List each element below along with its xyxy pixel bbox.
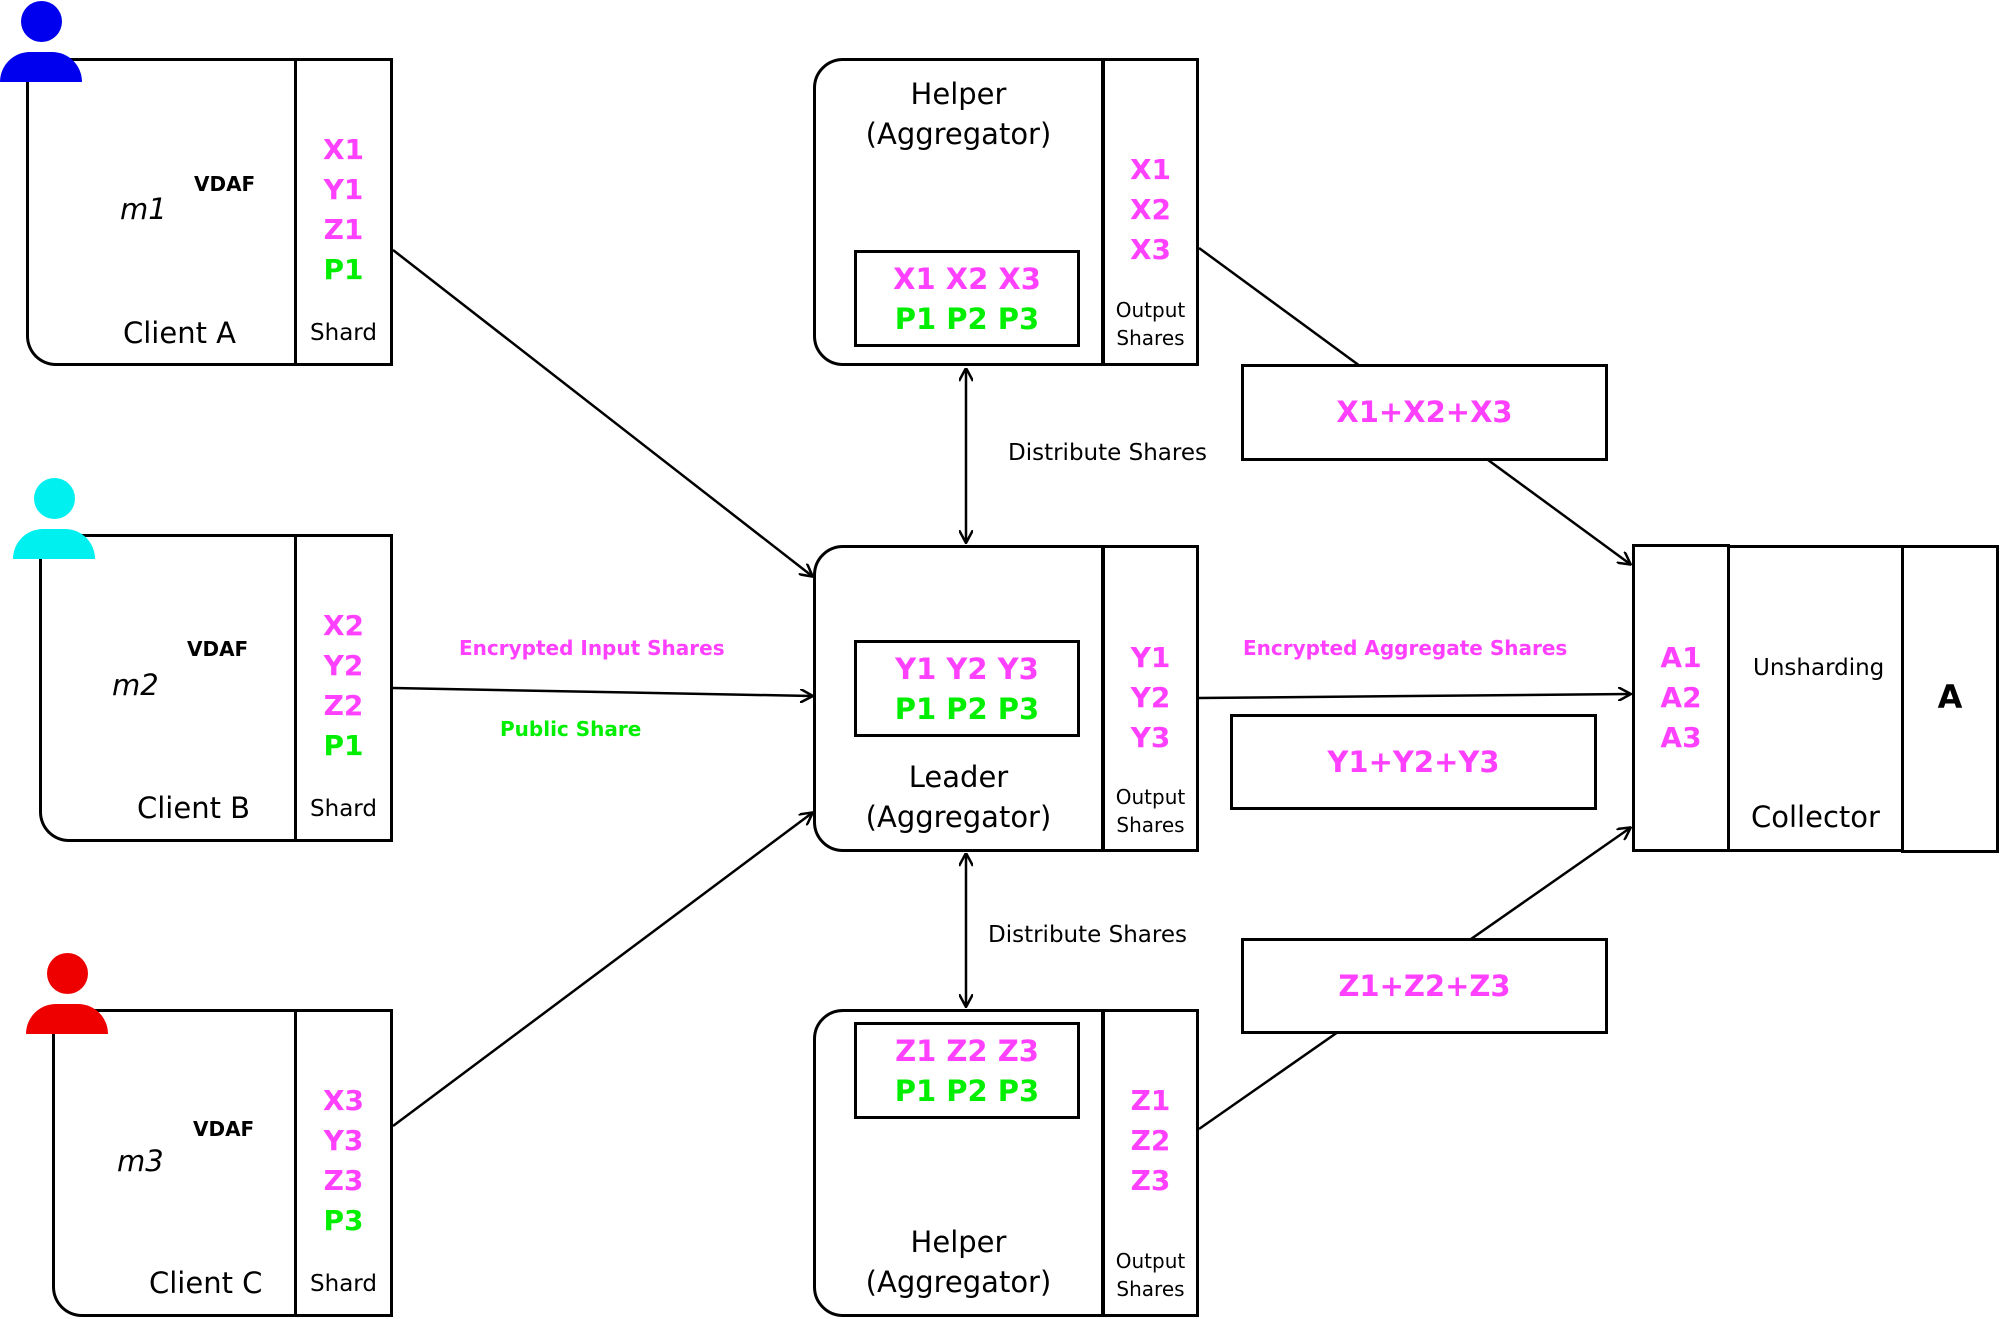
leader-input-shares: Y1 Y2 Y3: [895, 652, 1039, 686]
helper-top-title-text: Helper: [910, 77, 1007, 111]
aggregate-sum-x-box: X1+X2+X3: [1241, 364, 1608, 461]
leader-title: Leader (Aggregator): [813, 757, 1104, 837]
leader-output-label: Output Shares: [1102, 783, 1199, 839]
leader-subtitle-text: (Aggregator): [865, 800, 1052, 834]
output-label-line: Output: [1115, 1249, 1186, 1273]
helper-top-input-shares: X1 X2 X3: [893, 262, 1041, 296]
client-c-measurement: m3: [117, 1144, 164, 1178]
output-label-line: Shares: [1116, 1277, 1185, 1301]
public-share-item: P3: [323, 1204, 364, 1237]
share-item: X1: [322, 133, 365, 166]
arrow-leader-to-collector: [1198, 694, 1630, 698]
unsharding-label: Unsharding: [1753, 655, 1885, 681]
output-share-item: Y1: [1130, 641, 1171, 674]
leader-public-shares: P1 P2 P3: [894, 692, 1040, 726]
client-a-name: Client A: [123, 316, 237, 350]
leader-outputs: Y1 Y2 Y3: [1102, 638, 1199, 758]
client-c-name: Client C: [149, 1266, 263, 1300]
helper-bottom-inputs-box: Z1 Z2 Z3 P1 P2 P3: [854, 1022, 1080, 1119]
share-item: X2: [322, 609, 365, 642]
collector-title: Collector: [1751, 800, 1880, 834]
helper-bottom-title-text: Helper: [910, 1225, 1007, 1259]
encrypted-input-shares-label: Encrypted Input Shares: [459, 636, 725, 660]
person-icon-red: [26, 952, 108, 1034]
aggregate-sum-y: Y1+Y2+Y3: [1327, 745, 1500, 779]
aggregate-share-item: A2: [1660, 681, 1702, 714]
output-share-item: X2: [1129, 193, 1172, 226]
client-b-shard-label: Shard: [310, 796, 377, 822]
helper-top-public-shares: P1 P2 P3: [894, 302, 1040, 336]
aggregate-share-item: A1: [1660, 641, 1702, 674]
client-b-vdaf-label: VDAF: [187, 637, 249, 661]
client-c-shard-label: Shard: [310, 1271, 377, 1297]
client-b-name: Client B: [137, 791, 251, 825]
arrow-client-b-to-leader: [392, 686, 812, 696]
aggregate-sum-z-box: Z1+Z2+Z3: [1241, 938, 1608, 1034]
output-label-line: Shares: [1116, 326, 1185, 350]
share-item: Y1: [323, 173, 364, 206]
share-item: Z3: [323, 1164, 364, 1197]
share-item: Z2: [323, 689, 364, 722]
helper-top-output-label: Output Shares: [1102, 296, 1199, 352]
client-a-vdaf-label: VDAF: [194, 172, 256, 196]
output-share-item: X1: [1129, 153, 1172, 186]
helper-bottom-public-shares: P1 P2 P3: [894, 1074, 1040, 1108]
output-label-line: Output: [1115, 785, 1186, 809]
distribute-shares-top-label: Distribute Shares: [1008, 440, 1207, 466]
leader-inputs-box: Y1 Y2 Y3 P1 P2 P3: [854, 640, 1080, 737]
aggregate-sum-x: X1+X2+X3: [1336, 395, 1513, 429]
output-share-item: Z1: [1130, 1084, 1171, 1117]
client-c-shares: X3 Y3 Z3 P3: [294, 1081, 393, 1241]
helper-bottom-title: Helper (Aggregator): [813, 1222, 1104, 1302]
client-b-shares: X2 Y2 Z2 P1: [294, 606, 393, 766]
output-share-item: Y2: [1130, 681, 1171, 714]
client-b-measurement: m2: [112, 668, 159, 702]
leader-title-text: Leader: [908, 760, 1009, 794]
helper-bottom-outputs: Z1 Z2 Z3: [1102, 1081, 1199, 1201]
client-c-vdaf-label: VDAF: [193, 1117, 255, 1141]
output-label-line: Output: [1115, 298, 1186, 322]
public-share-item: P1: [323, 729, 364, 762]
output-label-line: Shares: [1116, 813, 1185, 837]
aggregate-share-item: A3: [1660, 721, 1702, 754]
collector-result: A: [1937, 678, 1963, 716]
share-item: Y3: [323, 1124, 364, 1157]
helper-bottom-input-shares: Z1 Z2 Z3: [895, 1034, 1039, 1068]
distribute-shares-bottom-label: Distribute Shares: [988, 922, 1187, 948]
output-share-item: Z2: [1130, 1124, 1171, 1157]
share-item: X3: [322, 1084, 365, 1117]
aggregate-sum-y-box: Y1+Y2+Y3: [1230, 714, 1597, 810]
share-item: Z1: [323, 213, 364, 246]
aggregate-sum-z: Z1+Z2+Z3: [1338, 969, 1511, 1003]
person-icon-cyan: [13, 477, 95, 559]
helper-bottom-subtitle-text: (Aggregator): [865, 1265, 1052, 1299]
encrypted-aggregate-shares-label: Encrypted Aggregate Shares: [1243, 636, 1568, 660]
helper-bottom-output-label: Output Shares: [1102, 1247, 1199, 1303]
public-share-label: Public Share: [500, 717, 642, 741]
share-item: Y2: [323, 649, 364, 682]
arrow-client-c-to-leader: [392, 813, 812, 1128]
person-icon-blue: [0, 0, 82, 82]
output-share-item: X3: [1129, 233, 1172, 266]
arrow-client-a-to-leader: [392, 249, 812, 576]
client-a-shares: X1 Y1 Z1 P1: [294, 130, 393, 290]
client-a-shard-label: Shard: [310, 320, 377, 346]
helper-top-outputs: X1 X2 X3: [1102, 150, 1199, 270]
client-a-measurement: m1: [120, 192, 167, 226]
output-share-item: Y3: [1130, 721, 1171, 754]
output-share-item: Z3: [1130, 1164, 1171, 1197]
helper-top-subtitle-text: (Aggregator): [865, 117, 1052, 151]
collector-inputs: A1 A2 A3: [1632, 638, 1730, 758]
helper-top-inputs-box: X1 X2 X3 P1 P2 P3: [854, 250, 1080, 347]
helper-top-title: Helper (Aggregator): [813, 74, 1104, 154]
public-share-item: P1: [323, 253, 364, 286]
